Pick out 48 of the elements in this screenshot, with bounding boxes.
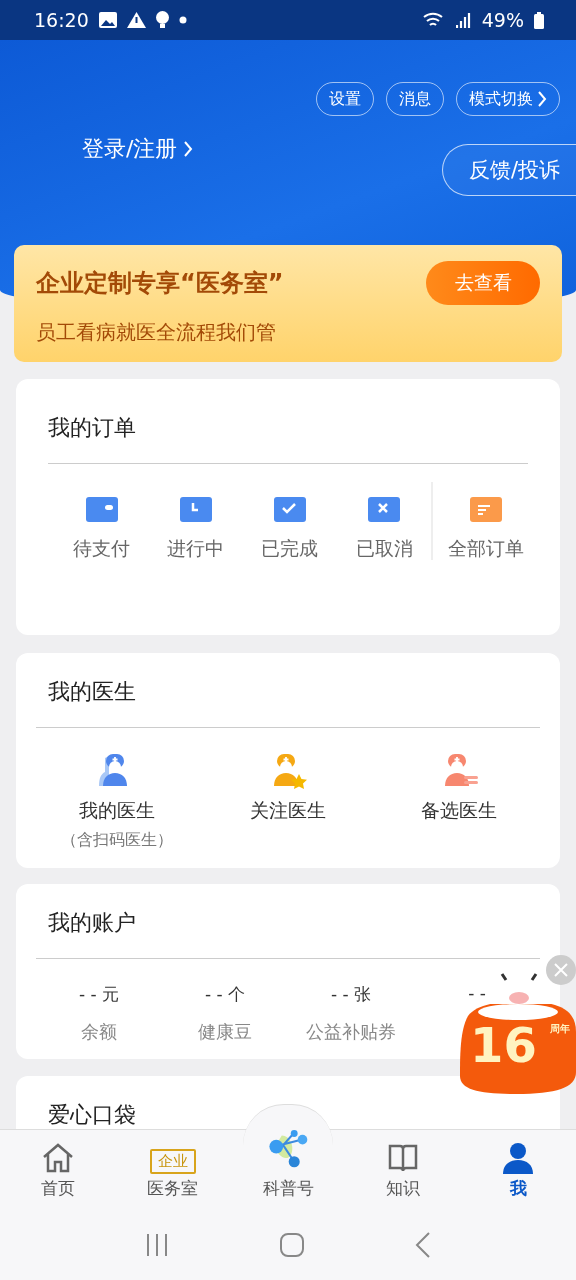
doctor-entry[interactable]: 关注医生 [213,728,363,851]
back-icon[interactable] [414,1232,431,1258]
chevron-icon [537,90,547,108]
order-status[interactable]: 已取消 [336,464,432,562]
enterprise-badge: 企业 [149,1149,196,1174]
tab[interactable]: 知识 [345,1130,461,1210]
signal-icon [455,12,472,28]
recent-apps-icon[interactable] [145,1233,170,1257]
tab[interactable]: 首页 [0,1130,116,1210]
cancel-icon [367,494,401,524]
person-icon [502,1142,535,1174]
dot-icon [178,16,187,24]
home-button-icon[interactable] [280,1233,304,1257]
battery-level: 49% [481,9,524,31]
order-status[interactable]: 已完成 [242,464,337,562]
account-stat[interactable]: - - 元 余额 [39,959,159,1044]
feedback-button[interactable]: 反馈/投诉 [441,144,576,196]
bulb-icon [155,11,169,29]
login-link[interactable]: 登录/注册 [82,134,194,164]
card-title: 爱心口袋 [47,1101,136,1129]
chevron-icon [183,139,194,159]
check-icon [272,494,307,524]
doctor-entry[interactable]: 我的医生 （含扫码医生） [42,728,192,851]
battery-icon [534,11,544,29]
close-icon [553,962,569,978]
banner-subtitle: 员工看病就医全流程我们管 [36,319,277,346]
wallet-icon [84,494,119,524]
banner-title: 企业定制专享“医务室” [36,268,284,299]
order-status[interactable]: 待支付 [54,464,149,562]
account-stat[interactable]: - - 张 公益补贴券 [291,959,411,1044]
clipboard-icon [469,494,504,524]
image-icon [98,12,117,28]
order-status[interactable]: 进行中 [148,464,243,562]
tab[interactable]: 企业 医务室 [115,1130,231,1210]
tab[interactable]: 我 [460,1130,576,1210]
warning-icon [126,12,146,28]
all-orders[interactable]: 全部订单 [432,464,540,562]
card-title: 我的医生 [47,678,136,706]
doctor-entry[interactable]: 备选医生 [384,728,534,851]
anniversary-label: 周年 [550,1022,570,1036]
status-time: 16:20 [34,9,89,31]
anniversary-number: 16 [470,1016,537,1074]
book-icon [387,1142,420,1174]
tab[interactable]: 科普号 [230,1130,346,1210]
card-title: 我的订单 [47,414,136,442]
account-stat[interactable]: - - 个 健康豆 [165,959,285,1044]
clock-icon [178,494,213,524]
card-title: 我的账户 [47,909,136,937]
